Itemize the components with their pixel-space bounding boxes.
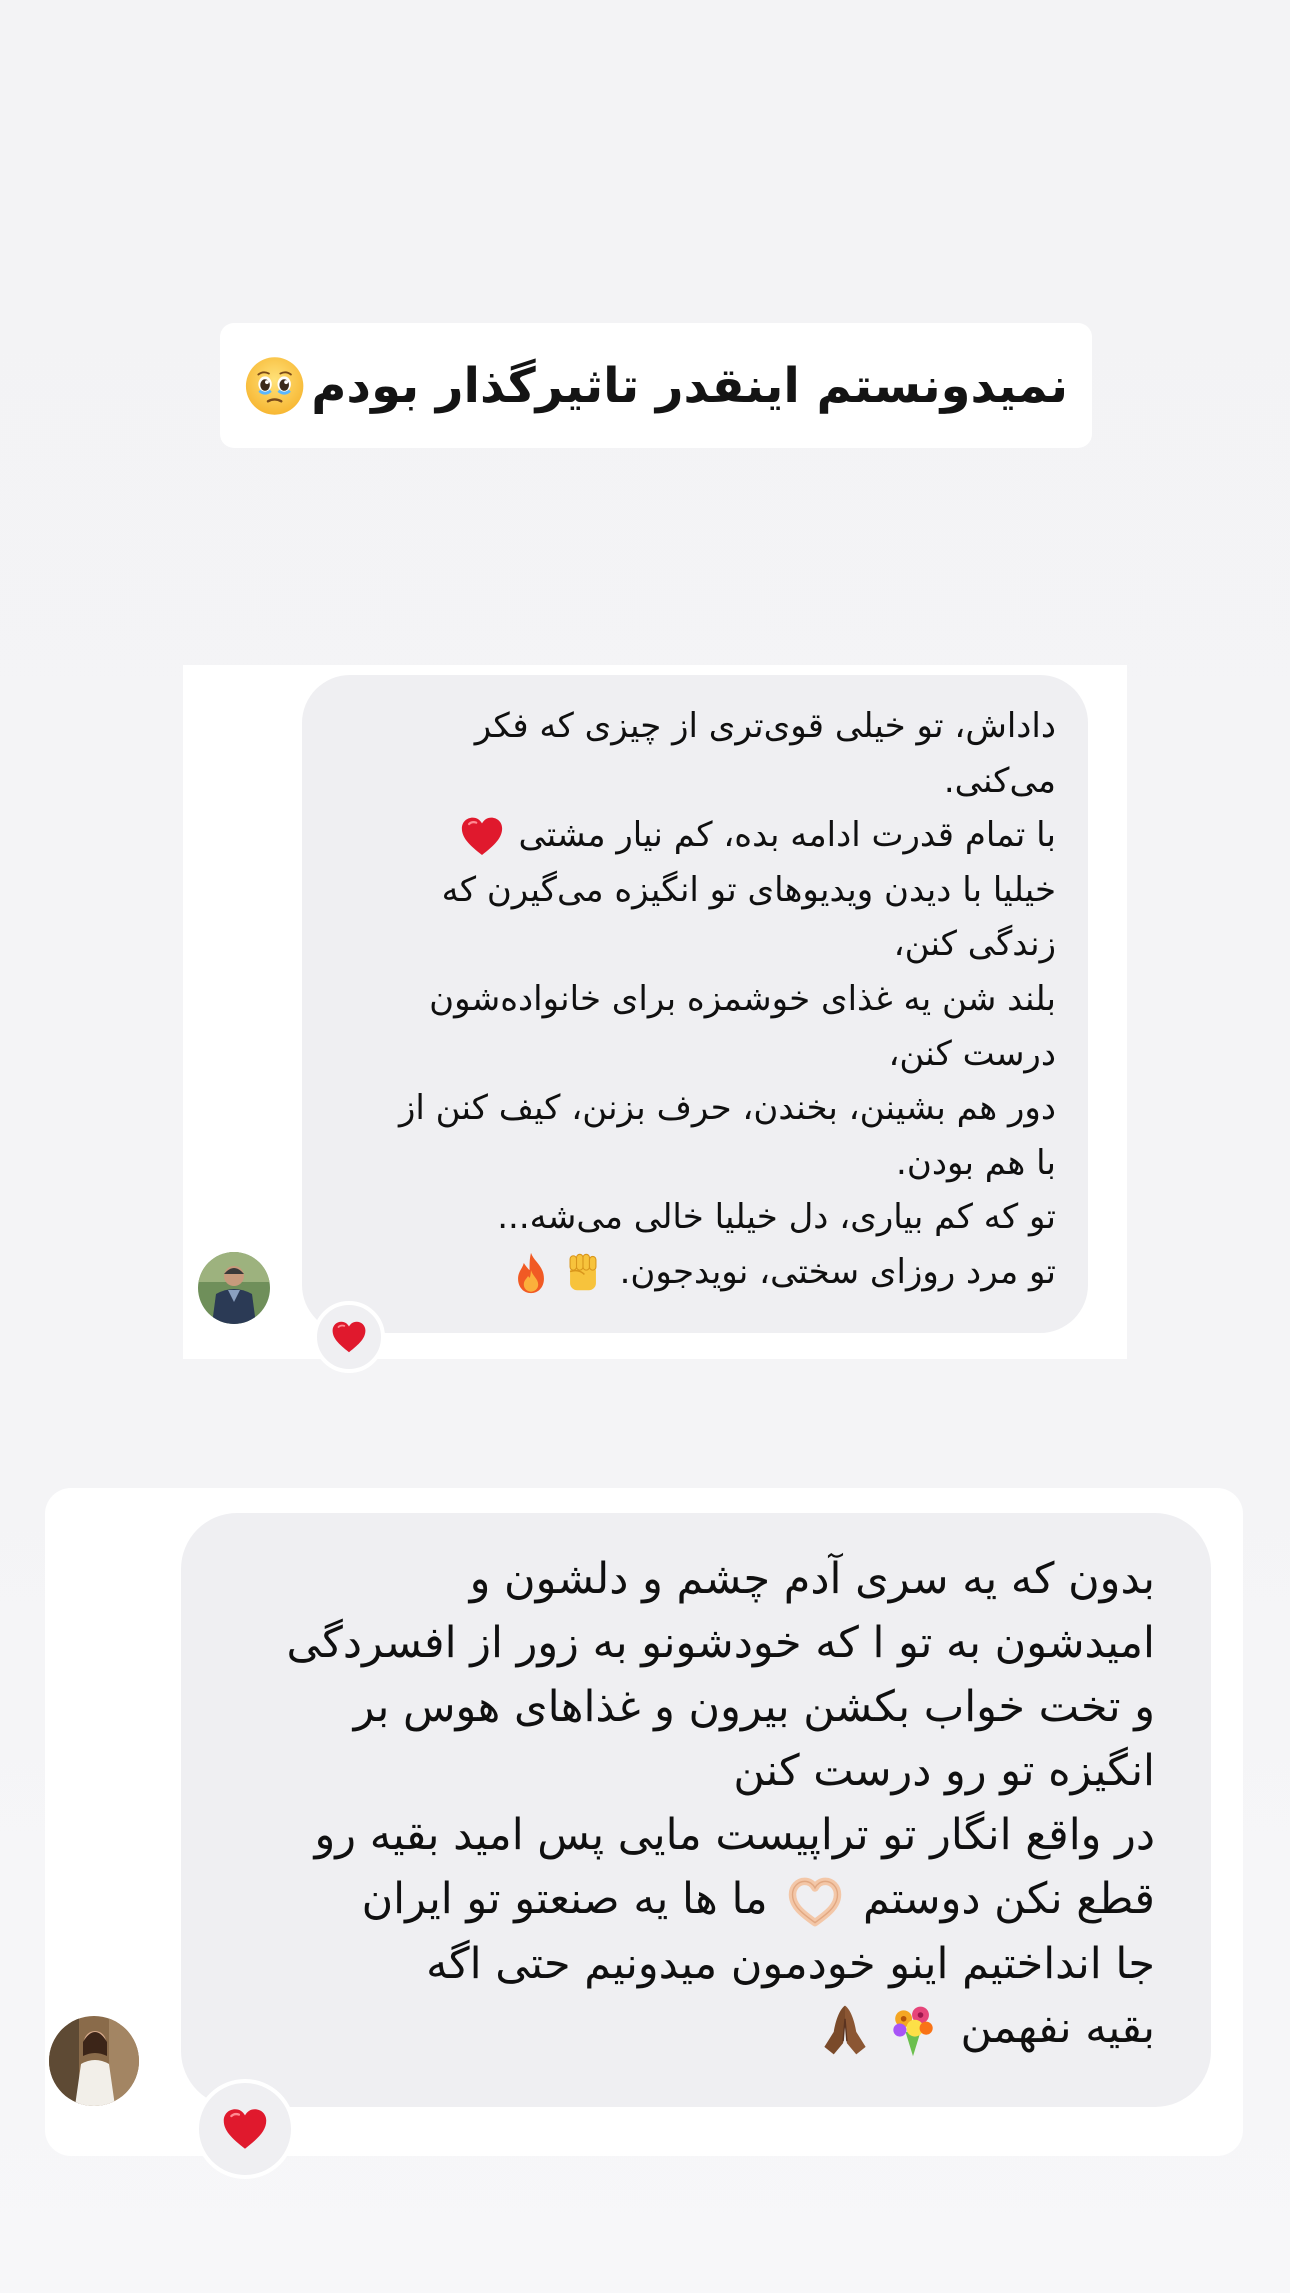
message-line: درست کنن، xyxy=(888,1033,1056,1074)
message-bubble-2: بدون که یه سری آدم چشم و دلشون و امیدشون… xyxy=(181,1513,1211,2107)
message-line: می‌کنی. xyxy=(943,760,1056,801)
message-line: بدون که یه سری آدم چشم و دلشون و xyxy=(469,1554,1155,1604)
heart-reaction[interactable] xyxy=(195,2079,295,2179)
message-line: امیدشون به تو ا که خودشونو به زور از افس… xyxy=(286,1618,1155,1668)
red-heart-icon xyxy=(461,817,502,855)
avatar[interactable] xyxy=(198,1252,270,1324)
red-heart-icon xyxy=(223,2109,267,2149)
avatar-man-in-vest-image xyxy=(198,1252,270,1324)
message-line: با هم بودن. xyxy=(896,1142,1056,1183)
message-line-text: با تمام قدرت ادامه بده، کم نیار مشتی xyxy=(518,815,1056,856)
message-line: در واقع انگار تو تراپیست مایی پس امید بق… xyxy=(314,1810,1156,1860)
message-line: تو مرد روزای سختی، نویدجون. xyxy=(334,1245,1056,1300)
fire-icon xyxy=(517,1253,544,1294)
face-holding-back-tears-icon xyxy=(245,356,304,415)
caption-sticker: نمیدونستم اینقدر تاثیرگذار بودم xyxy=(220,323,1092,448)
message-card-1: داداش، تو خیلی قوی‌تری از چیزی که فکر می… xyxy=(183,665,1127,1373)
message-line: با تمام قدرت ادامه بده، کم نیار مشتی xyxy=(334,808,1056,863)
heart-reaction[interactable] xyxy=(313,1301,385,1373)
message-line-text: بقیه نفهمن xyxy=(960,2002,1155,2053)
message-line: و تخت خواب بکشن بیرون و غذاهای هوس بر xyxy=(353,1682,1155,1732)
message-bubble-1: داداش، تو خیلی قوی‌تری از چیزی که فکر می… xyxy=(302,675,1088,1333)
message-line: جا انداختیم اینو خودمون میدونیم حتی اگه xyxy=(426,1938,1155,1989)
bouquet-icon xyxy=(893,2006,933,2057)
message-line: تو که کم بیاری، دل خیلیا خالی می‌شه... xyxy=(497,1197,1056,1238)
message-line: قطع نکن دوستم ما ها یه صنعتو تو ایران xyxy=(221,1867,1155,1932)
red-heart-icon xyxy=(332,1321,366,1353)
folded-hands-icon xyxy=(824,2005,866,2055)
avatar[interactable] xyxy=(49,2016,139,2106)
message-line-text: ما ها یه صنعتو تو ایران xyxy=(361,1874,768,1924)
message-line: انگیزه تو رو درست کنن xyxy=(733,1746,1155,1796)
message-line: داداش، تو خیلی قوی‌تری از چیزی که فکر xyxy=(474,706,1056,746)
caption-text: نمیدونستم اینقدر تاثیرگذار بودم xyxy=(311,357,1068,414)
message-line-text: قطع نکن دوستم xyxy=(862,1874,1155,1924)
message-line: زندگی کنن، xyxy=(893,924,1056,965)
raised-fist-icon xyxy=(569,1254,597,1291)
avatar-woman-white-dress-image xyxy=(49,2016,139,2106)
message-line: بقیه نفهمن xyxy=(221,1996,1155,2061)
message-line-text: تو مرد روزای سختی، نویدجون. xyxy=(619,1251,1056,1292)
message-line: بلند شن یه غذای خوشمزه برای خانواده‌شون xyxy=(429,978,1056,1019)
message-card-2: بدون که یه سری آدم چشم و دلشون و امیدشون… xyxy=(45,1488,1243,2179)
heart-hands-icon xyxy=(789,1877,842,1926)
message-line: خیلیا با دیدن ویدیوهای تو انگیزه می‌گیرن… xyxy=(441,869,1056,910)
message-line: دور هم بشینن، بخندن، حرف بزنن، کیف کنن ا… xyxy=(398,1088,1056,1129)
